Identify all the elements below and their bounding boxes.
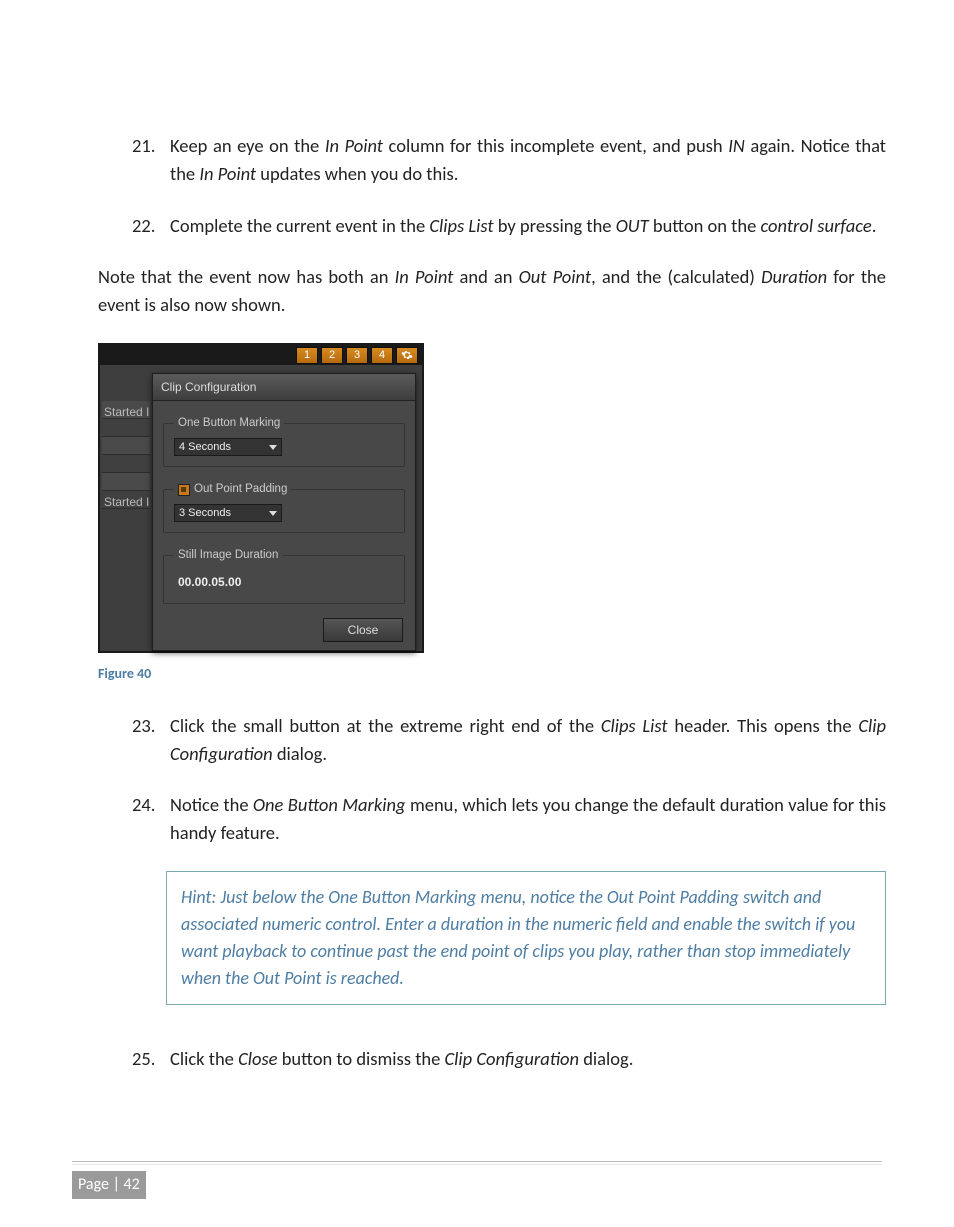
step-number: 23.: [132, 712, 155, 740]
text: updates when you do this.: [256, 162, 458, 185]
list-item: [102, 473, 150, 491]
text: Click the small button at the extreme ri…: [170, 714, 601, 737]
list-item: [102, 419, 150, 437]
page-content: 21. Keep an eye on the In Point column f…: [98, 132, 886, 1097]
italic: Close: [238, 1047, 277, 1070]
clips-side-column: Started I Started I: [102, 401, 150, 509]
chevron-down-icon: [269, 445, 277, 450]
tab-4[interactable]: 4: [371, 347, 393, 364]
list-item: [102, 455, 150, 473]
footer-rule: [72, 1161, 882, 1165]
text: button on the: [649, 214, 761, 237]
italic: Out Point: [519, 265, 591, 288]
step-22: 22. Complete the current event in the Cl…: [98, 212, 886, 240]
italic: In Point: [395, 265, 454, 288]
italic: control surface: [760, 214, 871, 237]
text: button to dismiss the: [278, 1047, 445, 1070]
italic: Duration: [761, 265, 827, 288]
step-23: 23. Click the small button at the extrem…: [98, 712, 886, 768]
text: and an: [453, 265, 518, 288]
dropdown-value: 4 Seconds: [179, 439, 231, 456]
close-button[interactable]: Close: [323, 618, 403, 642]
text: Click the: [170, 1047, 238, 1070]
group-label-text: Out Point Padding: [194, 481, 287, 498]
italic: Clip Configuration: [445, 1047, 580, 1070]
italic: In Point: [199, 162, 256, 185]
italic: One Button Marking: [253, 793, 406, 816]
step-number: 25.: [132, 1045, 155, 1073]
step-number: 21.: [132, 132, 155, 160]
still-image-duration-field[interactable]: 00.00.05.00: [174, 571, 394, 593]
list-item: [102, 437, 150, 455]
group-label: Still Image Duration: [174, 547, 282, 564]
step-list-2: 23. Click the small button at the extrem…: [98, 712, 886, 847]
step-21: 21. Keep an eye on the In Point column f…: [98, 132, 886, 188]
group-label: Out Point Padding: [174, 481, 291, 498]
dialog-title: Clip Configuration: [153, 374, 415, 401]
step-25: 25. Click the Close button to dismiss th…: [98, 1045, 886, 1073]
step-24: 24. Notice the One Button Marking menu, …: [98, 791, 886, 847]
dropdown-value: 3 Seconds: [179, 505, 231, 522]
clip-configuration-dialog: Clip Configuration One Button Marking 4 …: [152, 373, 416, 651]
step-number: 24.: [132, 791, 155, 819]
out-point-padding-group: Out Point Padding 3 Seconds: [163, 481, 405, 533]
text: Notice the: [170, 793, 253, 816]
italic: Clips List: [601, 714, 668, 737]
text: .: [872, 214, 877, 237]
text: Complete the current event in the: [170, 214, 429, 237]
step-number: 22.: [132, 212, 155, 240]
figure-caption: Figure 40: [98, 663, 886, 684]
text: Note that the event now has both an: [98, 265, 395, 288]
list-item: Started I: [102, 491, 150, 509]
screenshot-figure: 1 2 3 4 Started I Started I Clip Configu…: [98, 343, 886, 663]
gear-icon[interactable]: [396, 347, 418, 364]
text: dialog.: [273, 742, 327, 765]
italic: Clips List: [429, 214, 493, 237]
clips-list-window: 1 2 3 4 Started I Started I Clip Configu…: [98, 343, 424, 653]
group-label: One Button Marking: [174, 415, 284, 432]
hint-box: Hint: Just below the One Button Marking …: [166, 871, 886, 1005]
step-list: 21. Keep an eye on the In Point column f…: [98, 132, 886, 239]
page-footer: Page | 42: [72, 1171, 146, 1199]
one-button-marking-dropdown[interactable]: 4 Seconds: [174, 438, 282, 456]
out-point-padding-checkbox[interactable]: [178, 484, 190, 496]
tab-3[interactable]: 3: [346, 347, 368, 364]
text: , and the (calculated): [591, 265, 761, 288]
text: Keep an eye on the: [170, 134, 325, 157]
out-point-padding-dropdown[interactable]: 3 Seconds: [174, 504, 282, 522]
text: header. This opens the: [668, 714, 859, 737]
italic: In Point: [325, 134, 383, 157]
step-list-3: 25. Click the Close button to dismiss th…: [98, 1045, 886, 1073]
italic: IN: [728, 134, 745, 157]
text: by pressing the: [494, 214, 616, 237]
text: dialog.: [579, 1047, 633, 1070]
tab-2[interactable]: 2: [321, 347, 343, 364]
one-button-marking-group: One Button Marking 4 Seconds: [163, 415, 405, 467]
still-image-duration-group: Still Image Duration 00.00.05.00: [163, 547, 405, 603]
note-paragraph: Note that the event now has both an In P…: [98, 263, 886, 319]
list-item: Started I: [102, 401, 150, 419]
tab-strip: 1 2 3 4: [100, 343, 422, 365]
chevron-down-icon: [269, 511, 277, 516]
tab-1[interactable]: 1: [296, 347, 318, 364]
italic: OUT: [616, 214, 649, 237]
text: column for this incomplete event, and pu…: [383, 134, 728, 157]
